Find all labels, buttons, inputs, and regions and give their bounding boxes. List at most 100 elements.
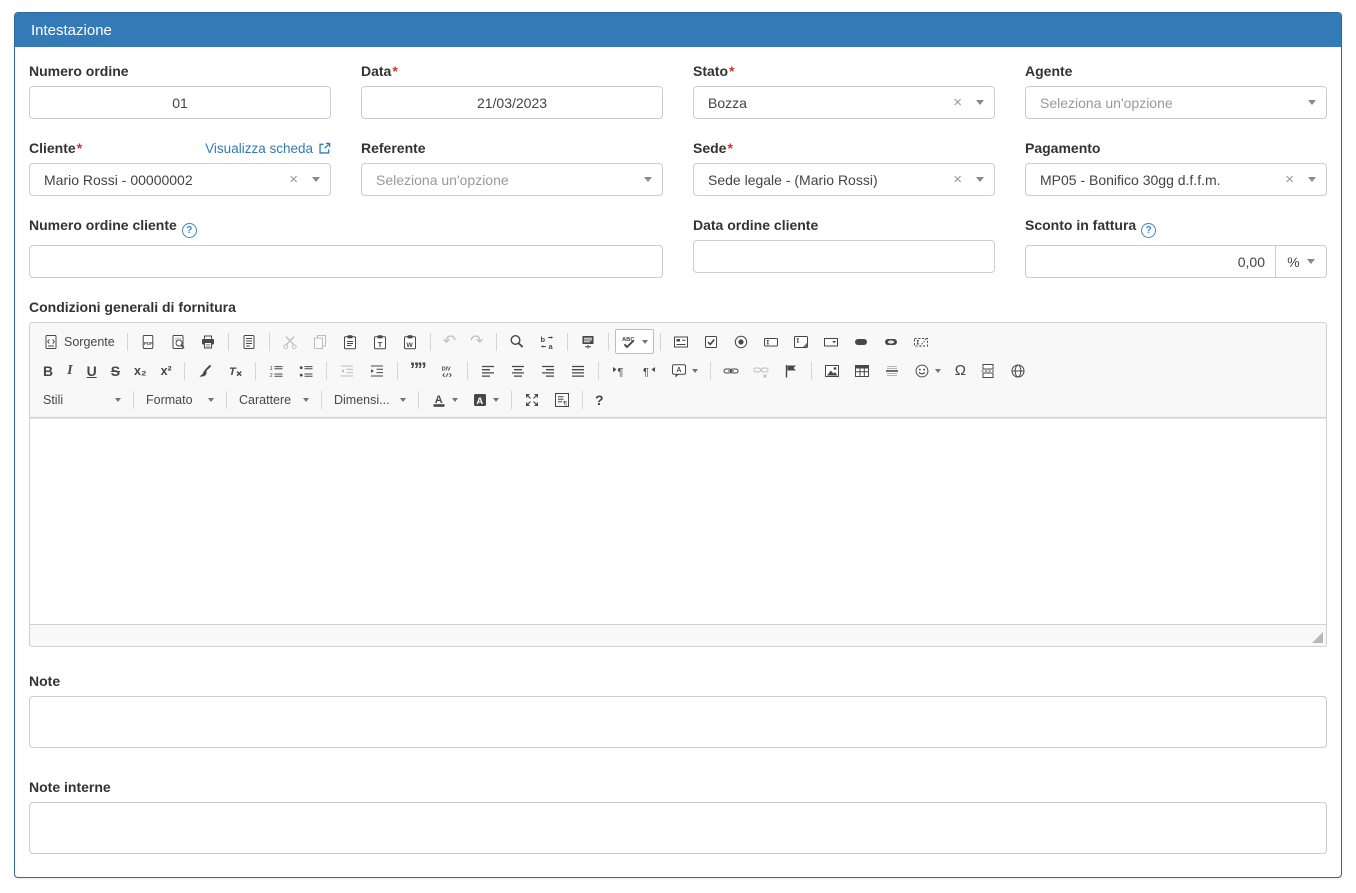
select-all-button[interactable] <box>574 329 602 354</box>
copy-formatting-button[interactable] <box>191 358 219 383</box>
format-combo[interactable]: Formato <box>139 387 221 412</box>
select-field-button[interactable] <box>817 329 845 354</box>
resize-grip-icon[interactable] <box>1312 632 1323 643</box>
numero-ordine-cliente-input[interactable] <box>29 245 663 278</box>
styles-combo[interactable]: Stili <box>36 387 128 412</box>
text-direction-ltr-button[interactable] <box>605 358 633 383</box>
remove-format-button[interactable] <box>221 358 249 383</box>
justify-button[interactable] <box>564 358 592 383</box>
stato-select[interactable]: Bozza × <box>693 86 995 119</box>
strikethrough-button[interactable]: S <box>105 358 126 383</box>
font-combo[interactable]: Carattere <box>232 387 316 412</box>
clear-icon[interactable]: × <box>953 95 962 110</box>
agente-select[interactable]: Seleziona un'opzione <box>1025 86 1327 119</box>
note-textarea[interactable] <box>29 696 1327 748</box>
about-button[interactable]: ? <box>589 387 610 412</box>
pagamento-select[interactable]: MP05 - Bonifico 30gg d.f.f.m. × <box>1025 163 1327 196</box>
required-asterisk: * <box>727 140 732 156</box>
link-button[interactable] <box>717 358 745 383</box>
toolbar-separator <box>710 362 711 380</box>
smiley-button[interactable] <box>908 358 947 383</box>
help-icon[interactable]: ? <box>182 223 197 238</box>
background-color-button[interactable] <box>466 387 505 412</box>
note-block: Note <box>29 673 1327 753</box>
text-field-button[interactable] <box>757 329 785 354</box>
special-character-button[interactable]: Ω <box>949 358 972 383</box>
editor-bottom-bar <box>30 624 1326 646</box>
replace-button[interactable] <box>533 329 561 354</box>
textarea-field-button[interactable] <box>787 329 815 354</box>
text-direction-rtl-icon <box>641 363 657 379</box>
source-button[interactable]: Sorgente <box>37 329 121 354</box>
sede-select[interactable]: Sede legale - (Mario Rossi) × <box>693 163 995 196</box>
referente-select[interactable]: Seleziona un'opzione <box>361 163 663 196</box>
align-right-button[interactable] <box>534 358 562 383</box>
font-size-combo[interactable]: Dimensi... <box>327 387 413 412</box>
italic-button[interactable]: I <box>61 358 78 383</box>
cut-button <box>276 329 304 354</box>
preview-button[interactable] <box>164 329 192 354</box>
iframe-button[interactable] <box>1004 358 1032 383</box>
bold-icon: B <box>43 363 53 379</box>
page-break-button[interactable] <box>974 358 1002 383</box>
radio-button-button[interactable] <box>727 329 755 354</box>
bulleted-list-button[interactable] <box>292 358 320 383</box>
clear-icon[interactable]: × <box>953 172 962 187</box>
form-button[interactable] <box>667 329 695 354</box>
text-color-button[interactable] <box>425 387 464 412</box>
numbered-list-button[interactable] <box>262 358 290 383</box>
export-pdf-button[interactable] <box>134 329 162 354</box>
blockquote-icon: ”” <box>410 365 425 377</box>
print-button[interactable] <box>194 329 222 354</box>
increase-indent-button[interactable] <box>363 358 391 383</box>
underline-button[interactable]: U <box>81 358 103 383</box>
blockquote-button[interactable]: ”” <box>404 358 431 383</box>
increase-indent-icon <box>369 363 385 379</box>
find-button[interactable] <box>503 329 531 354</box>
font-size-combo-label: Dimensi... <box>334 393 390 407</box>
chevron-down-icon <box>1308 100 1316 105</box>
image-button[interactable] <box>818 358 846 383</box>
superscript-button[interactable]: x² <box>155 358 178 383</box>
language-button[interactable] <box>665 358 704 383</box>
sconto-input[interactable] <box>1025 245 1276 278</box>
clear-icon[interactable]: × <box>1285 172 1294 187</box>
chevron-down-icon <box>692 369 698 373</box>
sconto-unit-select[interactable]: % <box>1275 245 1327 278</box>
align-center-button[interactable] <box>504 358 532 383</box>
show-blocks-button[interactable] <box>548 387 576 412</box>
numero-ordine-input[interactable] <box>29 86 331 119</box>
templates-button[interactable] <box>235 329 263 354</box>
bold-button[interactable]: B <box>37 358 59 383</box>
clear-icon[interactable]: × <box>289 172 298 187</box>
visualizza-scheda-link[interactable]: Visualizza scheda <box>205 141 331 156</box>
cliente-select[interactable]: Mario Rossi - 00000002 × <box>29 163 331 196</box>
maximize-button[interactable] <box>518 387 546 412</box>
textarea-field-icon <box>793 334 809 350</box>
help-icon[interactable]: ? <box>1141 223 1156 238</box>
div-container-button[interactable] <box>433 358 461 383</box>
subscript-button[interactable]: x₂ <box>128 358 153 383</box>
paste-from-word-button[interactable] <box>396 329 424 354</box>
paste-button[interactable] <box>336 329 364 354</box>
data-ordine-cliente-input[interactable] <box>693 240 995 273</box>
toolbar-separator <box>255 362 256 380</box>
note-interne-textarea[interactable] <box>29 802 1327 854</box>
paste-as-text-button[interactable] <box>366 329 394 354</box>
referente-placeholder: Seleziona un'opzione <box>376 172 644 188</box>
spell-check-button[interactable] <box>615 329 654 354</box>
horizontal-rule-button[interactable] <box>878 358 906 383</box>
replace-icon <box>539 334 555 350</box>
hidden-field-button[interactable] <box>907 329 935 354</box>
data-input[interactable] <box>361 86 663 119</box>
anchor-button[interactable] <box>777 358 805 383</box>
panel-title: Intestazione <box>31 22 112 39</box>
text-direction-rtl-button[interactable] <box>635 358 663 383</box>
editor-content-area[interactable] <box>30 418 1326 624</box>
checkbox-button[interactable] <box>697 329 725 354</box>
panel-body: Numero ordine Data* Stato* Bozza × <box>15 47 1341 877</box>
table-button[interactable] <box>848 358 876 383</box>
button-field-button[interactable] <box>847 329 875 354</box>
image-button-button[interactable] <box>877 329 905 354</box>
align-left-button[interactable] <box>474 358 502 383</box>
